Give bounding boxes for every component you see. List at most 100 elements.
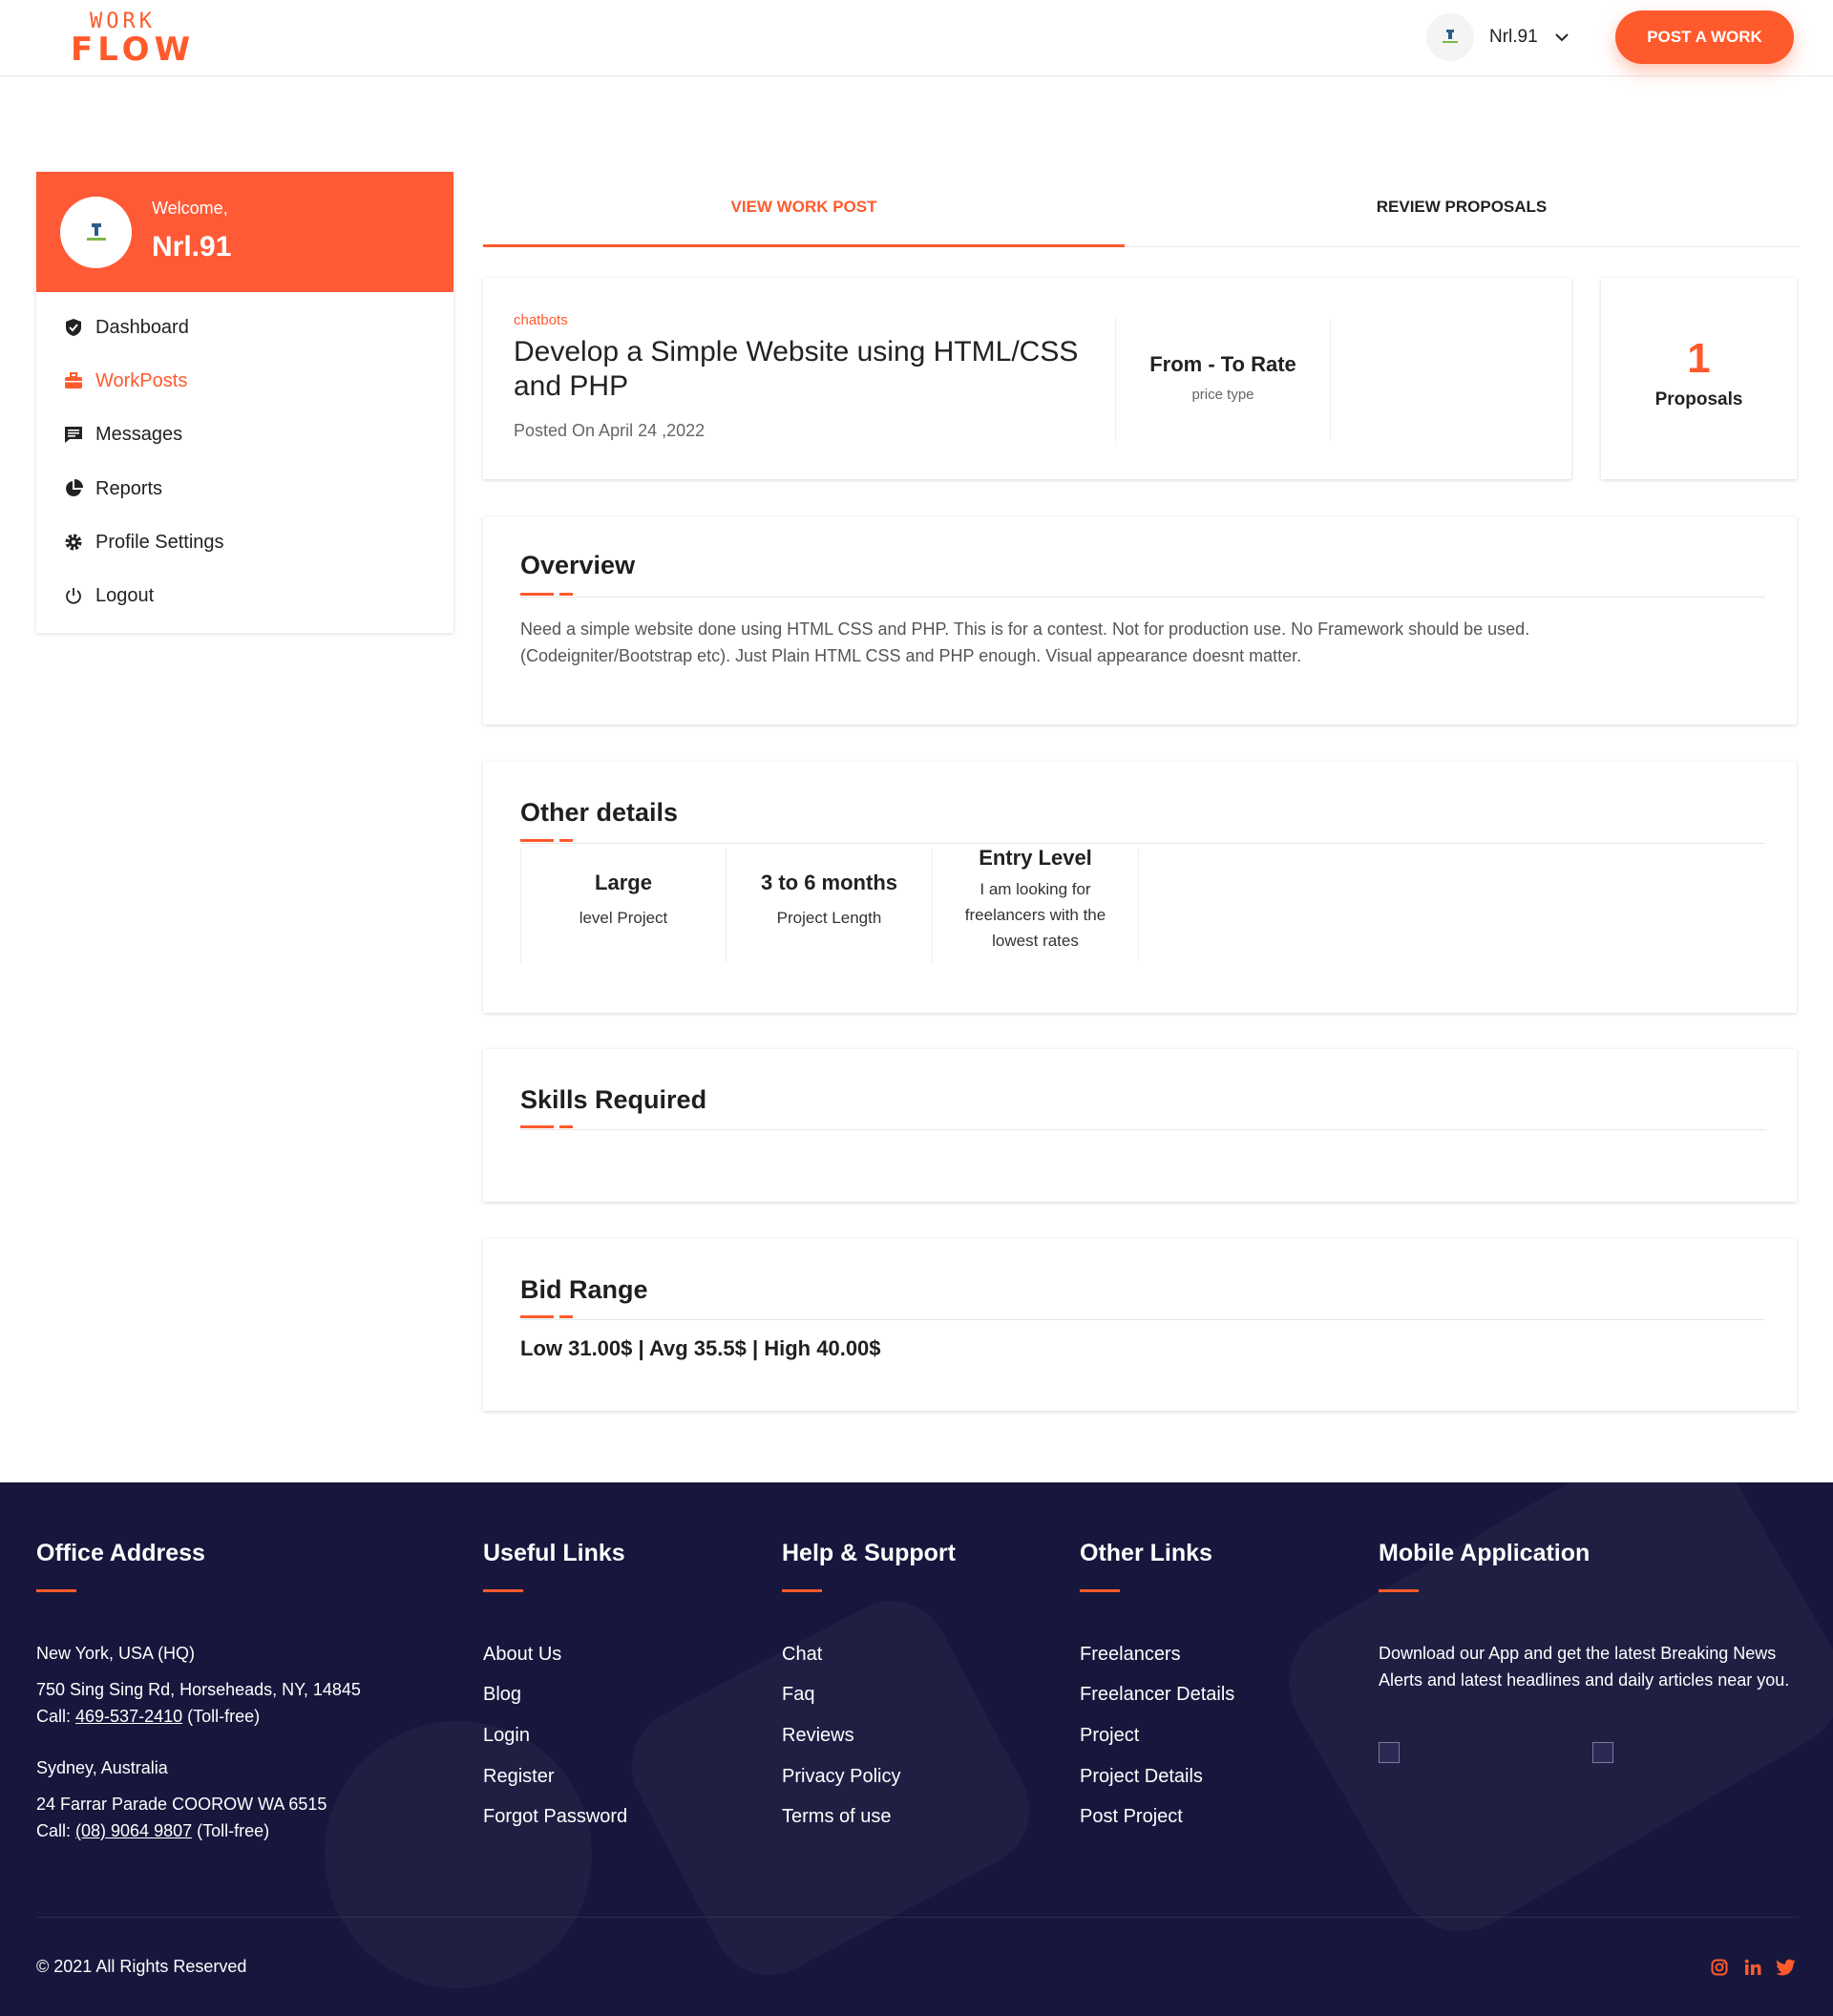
sidebar-item-label: Logout	[95, 584, 155, 606]
sidebar-item-dashboard[interactable]: Dashboard	[63, 313, 189, 342]
hq-phone-link[interactable]: 469-537-2410	[75, 1707, 182, 1726]
sidebar-item-label: Reports	[95, 477, 163, 499]
footer-link-freelancers[interactable]: Freelancers	[1080, 1644, 1181, 1666]
detail-title: Large	[595, 871, 652, 894]
shield-icon	[63, 317, 84, 338]
section-divider	[520, 597, 1765, 598]
footer-accent	[483, 1589, 523, 1592]
logo-bottom-text: FLOW	[71, 31, 196, 69]
footer-link-terms-of-use[interactable]: Terms of use	[782, 1806, 891, 1828]
pie-chart-icon	[63, 478, 84, 499]
welcome-text: Welcome,	[152, 199, 228, 218]
skills-section: Skills Required	[483, 1049, 1797, 1202]
office-hq-address: 750 Sing Sing Rd, Horseheads, NY, 14845	[36, 1680, 361, 1699]
twitter-icon[interactable]	[1776, 1957, 1797, 1978]
footer-link-post-project[interactable]: Post Project	[1080, 1806, 1183, 1828]
office-au-call: Call: (08) 9064 9807 (Toll-free)	[36, 1817, 269, 1844]
detail-project-length: 3 to 6 months Project Length	[727, 848, 933, 962]
footer-title-help-support: Help & Support	[782, 1540, 956, 1566]
instagram-icon[interactable]	[1709, 1957, 1730, 1978]
gear-icon	[63, 532, 84, 553]
section-divider	[520, 1319, 1765, 1320]
app-store-badge[interactable]	[1379, 1742, 1400, 1763]
footer-title-office: Office Address	[36, 1540, 205, 1566]
bid-range-section: Bid Range Low 31.00$ | Avg 35.5$ | High …	[483, 1239, 1797, 1411]
post-a-work-button[interactable]: POST A WORK	[1615, 10, 1794, 64]
sidebar-item-label: Dashboard	[95, 316, 189, 338]
post-title: Develop a Simple Website using HTML/CSS …	[514, 336, 1079, 402]
footer-accent	[782, 1589, 822, 1592]
footer-link-register[interactable]: Register	[483, 1766, 554, 1788]
footer-link-project-details[interactable]: Project Details	[1080, 1766, 1203, 1788]
section-title: Skills Required	[520, 1085, 707, 1114]
sidebar-item-label: Messages	[95, 423, 183, 445]
detail-experience-level: Entry Level I am looking for freelancers…	[933, 846, 1139, 962]
workflow-logo[interactable]: WORK FLOW	[71, 10, 196, 69]
company-logo-icon	[86, 222, 106, 241]
footer-link-about-us[interactable]: About Us	[483, 1644, 561, 1666]
sidebar-user-name: Nrl.91	[152, 231, 232, 262]
footer-link-faq[interactable]: Faq	[782, 1684, 814, 1706]
message-icon	[63, 424, 84, 445]
user-menu[interactable]: Nrl.91	[1426, 13, 1570, 61]
section-accent	[520, 1315, 554, 1318]
section-accent	[520, 1125, 554, 1128]
mobile-app-description: Download our App and get the latest Brea…	[1379, 1644, 1790, 1690]
other-details-section: Other details Large level Project 3 to 6…	[483, 762, 1797, 1013]
rate-subtitle: price type	[1191, 387, 1254, 403]
footer-decoration	[612, 1581, 1050, 1995]
linkedin-icon[interactable]	[1742, 1957, 1763, 1978]
sidebar-item-label: Profile Settings	[95, 531, 224, 553]
sidebar-avatar	[60, 197, 132, 268]
proposals-card[interactable]: 1 Proposals	[1601, 278, 1797, 479]
overview-section: Overview Need a simple website done usin…	[483, 516, 1797, 724]
footer-title-mobile-app: Mobile Application	[1379, 1540, 1591, 1566]
power-icon	[63, 585, 84, 606]
proposals-count: 1	[1687, 335, 1711, 382]
footer-divider	[36, 1917, 1799, 1918]
footer-link-login[interactable]: Login	[483, 1725, 530, 1747]
office-hq-call: Call: 469-537-2410 (Toll-free)	[36, 1703, 260, 1730]
office-hq-city: New York, USA (HQ)	[36, 1644, 196, 1663]
rate-title: From - To Rate	[1149, 352, 1296, 376]
play-store-badge[interactable]	[1592, 1742, 1613, 1763]
bid-range-values: Low 31.00$ | Avg 35.5$ | High 40.00$	[520, 1336, 881, 1360]
call-suffix: (Toll-free)	[192, 1821, 270, 1840]
detail-project-level: Large level Project	[520, 848, 727, 962]
section-accent	[559, 1125, 573, 1128]
sidebar-item-reports[interactable]: Reports	[63, 474, 162, 503]
detail-subtitle: Project Length	[776, 909, 882, 927]
office-au-city: Sydney, Australia	[36, 1758, 168, 1777]
section-title: Overview	[520, 551, 636, 579]
tab-review-proposals[interactable]: REVIEW PROPOSALS	[1125, 191, 1799, 223]
tab-view-work-post[interactable]: VIEW WORK POST	[483, 191, 1125, 223]
section-accent	[559, 1315, 573, 1318]
sidebar-item-profile-settings[interactable]: Profile Settings	[63, 528, 224, 556]
section-accent	[520, 593, 554, 596]
company-logo-icon	[1443, 30, 1458, 43]
chevron-down-icon[interactable]	[1553, 29, 1570, 46]
sidebar-item-workposts[interactable]: WorkPosts	[63, 367, 187, 395]
section-accent	[520, 839, 554, 842]
footer-link-project[interactable]: Project	[1080, 1725, 1139, 1747]
section-divider	[520, 1129, 1765, 1130]
sidebar-item-logout[interactable]: Logout	[63, 581, 154, 610]
footer-link-reviews[interactable]: Reviews	[782, 1725, 854, 1747]
section-divider	[520, 843, 1765, 844]
footer-link-forgot-password[interactable]: Forgot Password	[483, 1806, 627, 1828]
section-title: Other details	[520, 798, 679, 827]
detail-subtitle: level Project	[579, 909, 668, 927]
post-category[interactable]: chatbots	[514, 312, 568, 328]
detail-title: 3 to 6 months	[760, 871, 897, 894]
footer-decoration	[325, 1721, 592, 1988]
footer-link-privacy-policy[interactable]: Privacy Policy	[782, 1766, 900, 1788]
footer-link-blog[interactable]: Blog	[483, 1684, 521, 1706]
footer-link-chat[interactable]: Chat	[782, 1644, 822, 1666]
au-phone-link[interactable]: (08) 9064 9807	[75, 1821, 192, 1840]
proposals-label: Proposals	[1654, 389, 1743, 410]
posted-date: Posted On April 24 ,2022	[514, 421, 706, 440]
office-au-address: 24 Farrar Parade COOROW WA 6515	[36, 1795, 327, 1814]
sidebar-item-messages[interactable]: Messages	[63, 420, 182, 449]
footer-link-freelancer-details[interactable]: Freelancer Details	[1080, 1684, 1234, 1706]
copyright-text: © 2021 All Rights Reserved	[36, 1957, 247, 1976]
